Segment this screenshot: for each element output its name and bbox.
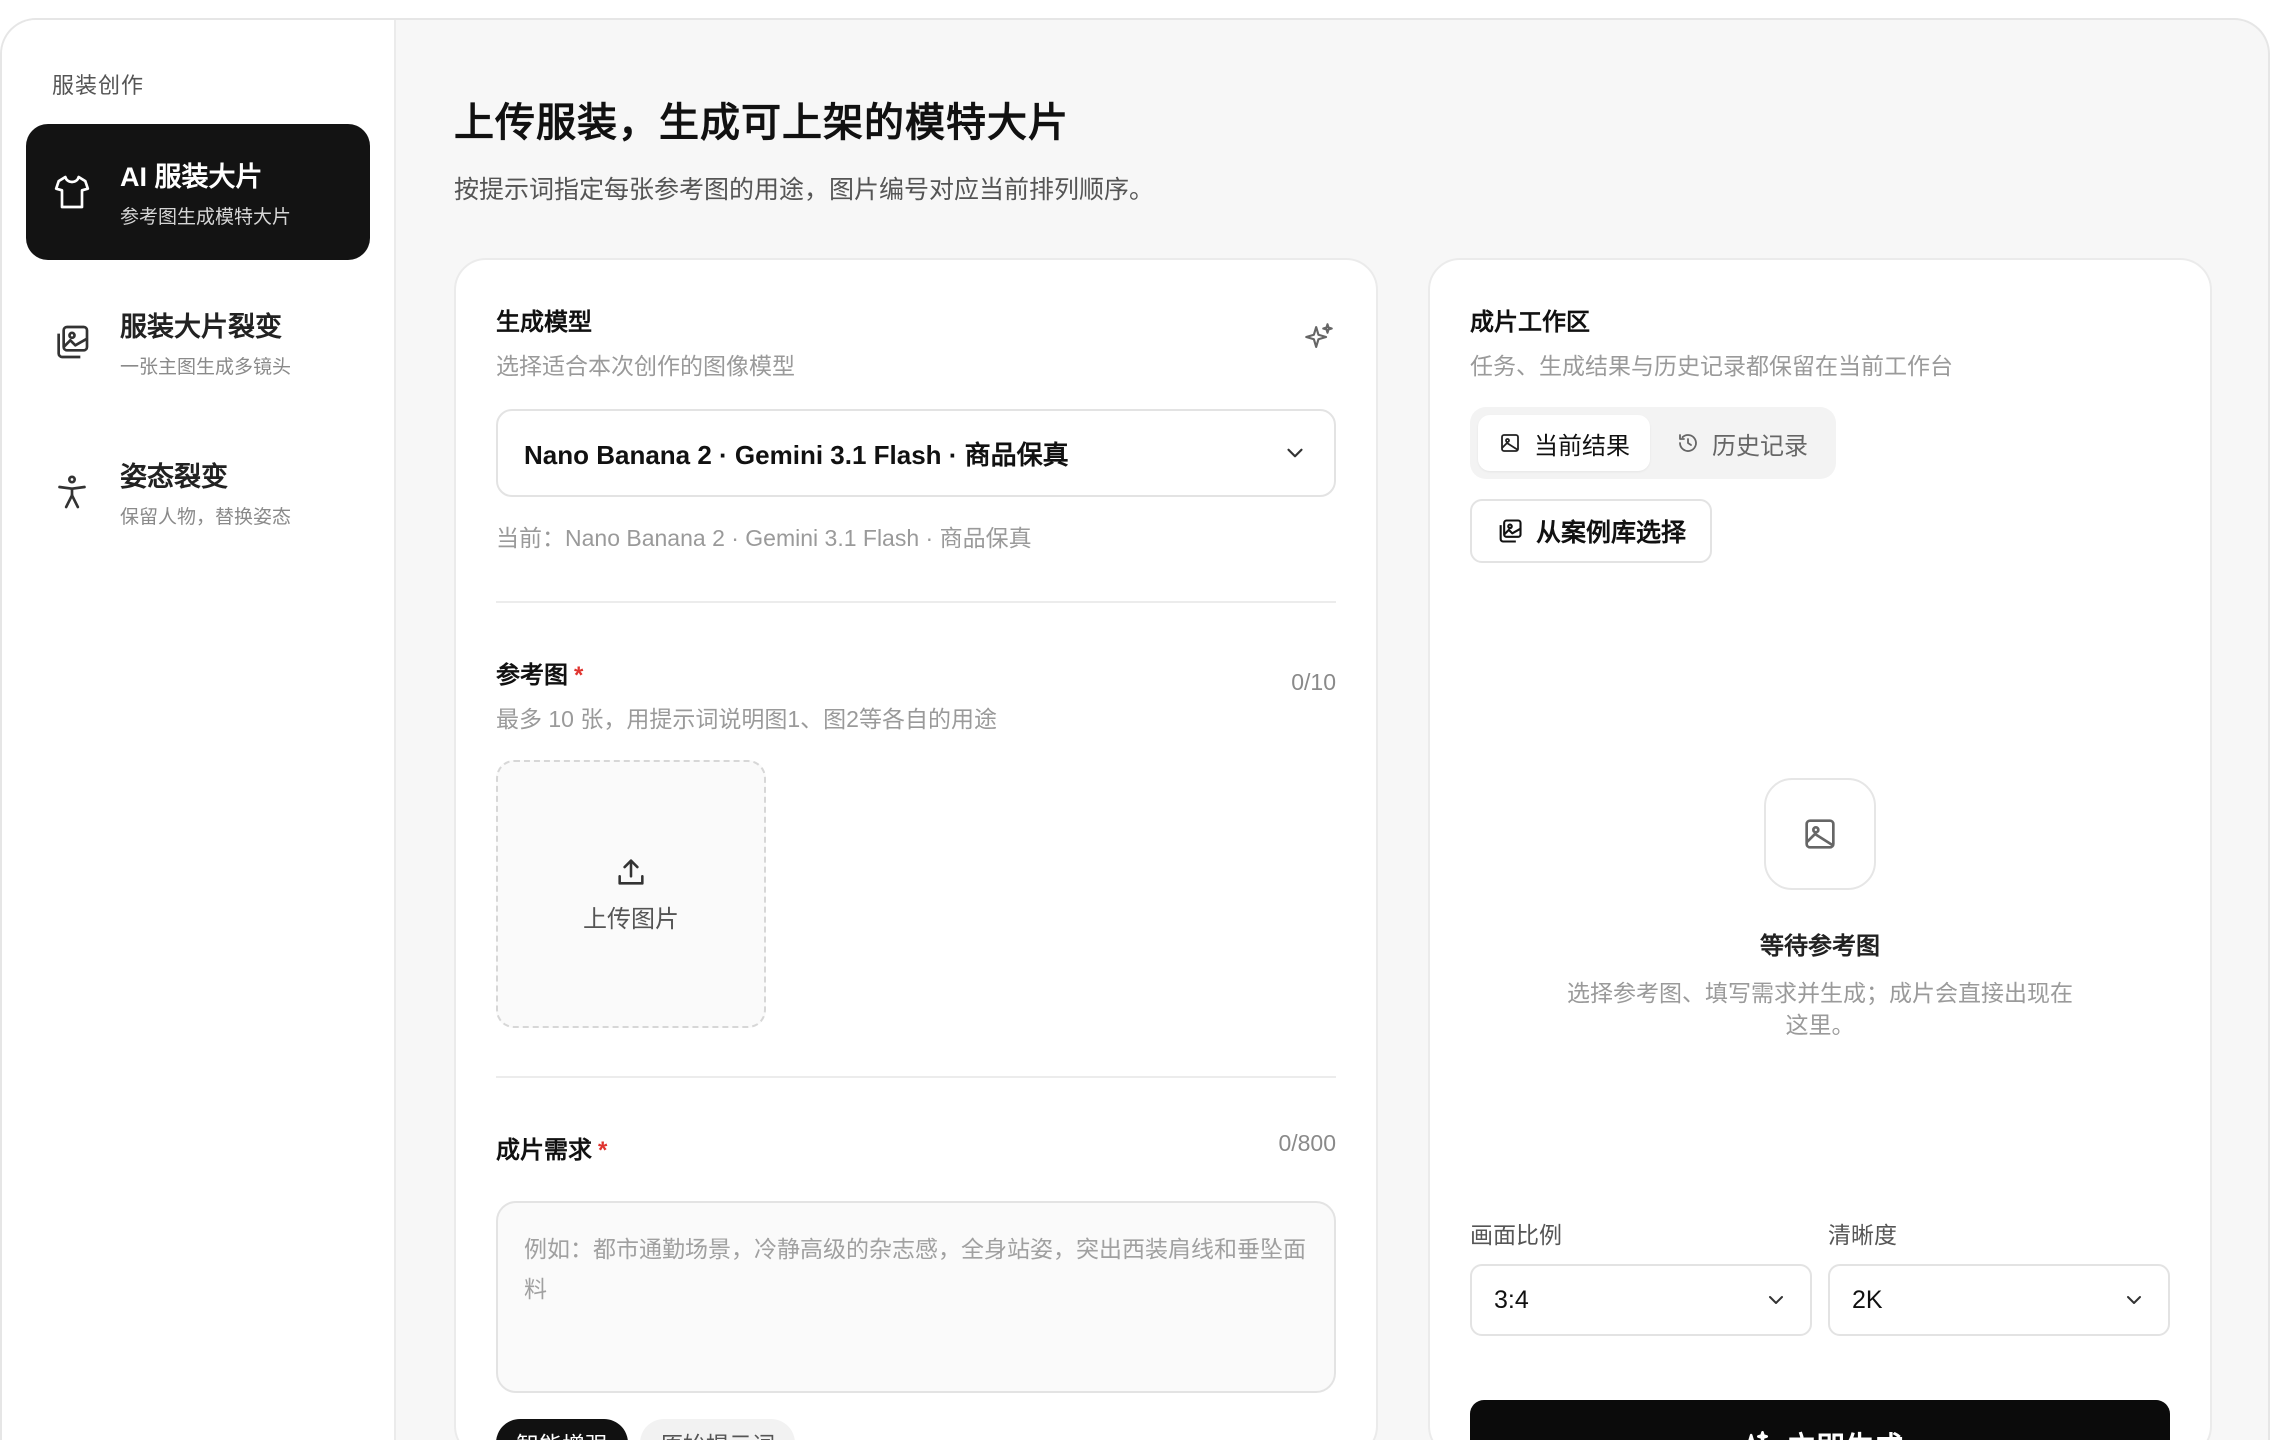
reference-section-title: 参考图 * (496, 655, 997, 690)
person-pose-icon (50, 470, 94, 514)
requirement-counter: 0/800 (1278, 1130, 1336, 1156)
history-icon (1679, 434, 1697, 452)
tshirt-icon (50, 170, 94, 214)
reference-section-desc: 最多 10 张，用提示词说明图1、图2等各自的用途 (496, 706, 997, 732)
prompt-mode-toggle: 智能增强 原始提示词 (496, 1419, 1336, 1440)
upload-label: 上传图片 (583, 905, 679, 933)
page-subtitle: 按提示词指定每张参考图的用途，图片编号对应当前排列顺序。 (454, 176, 1155, 204)
generate-button-label: 立即生成 (1787, 1424, 1903, 1440)
empty-state-title: 等待参考图 (1760, 933, 1880, 960)
chevron-down-icon (1287, 448, 1303, 458)
page-title: 上传服装，生成可上架的模特大片 (454, 101, 1069, 145)
quality-option: 清晰度 2K (1828, 1216, 2170, 1336)
images-icon (50, 320, 94, 364)
sidebar-item-fashion-fission[interactable]: 服装大片裂变 一张主图生成多镜头 (26, 274, 370, 410)
upload-icon (618, 858, 644, 885)
library-button-label: 从案例库选择 (1536, 519, 1687, 547)
divider (496, 1076, 1336, 1078)
model-select-value: Nano Banana 2 · Gemini 3.1 Flash · 商品保真 (524, 439, 1069, 470)
chevron-down-icon (1769, 1296, 1783, 1304)
generate-button[interactable]: 立即生成 (1470, 1400, 2170, 1440)
reference-title-text: 参考图 (496, 662, 568, 689)
model-current-text: 当前：Nano Banana 2 · Gemini 3.1 Flash · 商品… (496, 525, 1032, 551)
sidebar-item-title: 姿态裂变 (120, 462, 228, 492)
aspect-ratio-option: 画面比例 3:4 (1470, 1216, 1812, 1336)
sparkle-icon (1302, 320, 1336, 359)
tab-history[interactable]: 历史记录 (1656, 415, 1828, 471)
sidebar-item-ai-fashion[interactable]: AI 服装大片 参考图生成模特大片 (26, 124, 370, 260)
app-window: 服装创作 AI 服装大片 参考图生成模特大片 服装大片裂变 一张主图生成多镜头 (0, 18, 2270, 1440)
workspace-desc: 任务、生成结果与历史记录都保留在当前工作台 (1470, 353, 1953, 379)
requirement-section-header: 成片需求 * 0/800 (496, 1130, 1336, 1175)
image-icon (1501, 434, 1519, 452)
quality-label: 清晰度 (1828, 1222, 1897, 1248)
model-select[interactable]: Nano Banana 2 · Gemini 3.1 Flash · 商品保真 (496, 409, 1336, 497)
empty-state-desc: 选择参考图、填写需求并生成；成片会直接出现在这里。 (1567, 980, 2073, 1038)
sidebar-item-pose-fission[interactable]: 姿态裂变 保留人物，替换姿态 (26, 424, 370, 560)
workspace-tabs: 当前结果 历史记录 (1470, 407, 1836, 479)
panels: 生成模型 选择适合本次创作的图像模型 Nano Banana 2 · Gemin… (454, 258, 2268, 1440)
requirement-section-title: 成片需求 * (496, 1130, 607, 1165)
requirement-title-text: 成片需求 (496, 1137, 592, 1164)
aspect-ratio-select[interactable]: 3:4 (1470, 1264, 1812, 1336)
generation-options: 画面比例 3:4 清晰度 2K (1470, 1216, 2170, 1336)
reference-section-header: 参考图 * 最多 10 张，用提示词说明图1、图2等各自的用途 0/10 (496, 655, 1336, 734)
model-section-header: 生成模型 选择适合本次创作的图像模型 (496, 302, 1336, 381)
required-mark: * (574, 662, 584, 689)
sidebar-item-title: 服装大片裂变 (120, 312, 282, 342)
sidebar: 服装创作 AI 服装大片 参考图生成模特大片 服装大片裂变 一张主图生成多镜头 (2, 20, 396, 1440)
aspect-ratio-label: 画面比例 (1470, 1222, 1562, 1248)
tab-label: 当前结果 (1534, 432, 1630, 460)
upload-image-button[interactable]: 上传图片 (496, 760, 766, 1028)
workspace-title: 成片工作区 (1470, 309, 1590, 336)
main-content: 上传服装，生成可上架的模特大片 按提示词指定每张参考图的用途，图片编号对应当前排… (396, 20, 2268, 1440)
sidebar-heading: 服装创作 (52, 73, 145, 98)
model-section-desc: 选择适合本次创作的图像模型 (496, 353, 795, 379)
sidebar-item-title: AI 服装大片 (120, 162, 263, 192)
empty-state: 等待参考图 选择参考图、填写需求并生成；成片会直接出现在这里。 (1430, 778, 2210, 1041)
sidebar-item-subtitle: 保留人物，替换姿态 (120, 507, 292, 528)
tab-label: 历史记录 (1712, 432, 1808, 460)
sparkle-icon (1748, 1430, 1769, 1440)
tab-current-result[interactable]: 当前结果 (1478, 415, 1650, 471)
quality-select[interactable]: 2K (1828, 1264, 2170, 1336)
divider (496, 601, 1336, 603)
model-section-title: 生成模型 (496, 309, 592, 336)
select-from-library-button[interactable]: 从案例库选择 (1470, 499, 1713, 563)
sidebar-item-subtitle: 一张主图生成多镜头 (120, 357, 292, 378)
library-images-icon (1499, 519, 1522, 543)
image-placeholder-icon (1764, 778, 1876, 890)
chevron-down-icon (2127, 1296, 2141, 1304)
sidebar-item-subtitle: 参考图生成模特大片 (120, 207, 292, 228)
required-mark: * (598, 1137, 608, 1164)
creation-form-card: 生成模型 选择适合本次创作的图像模型 Nano Banana 2 · Gemin… (454, 258, 1378, 1440)
raw-prompt-chip[interactable]: 原始提示词 (640, 1419, 795, 1440)
aspect-ratio-value: 3:4 (1494, 1285, 1529, 1314)
quality-value: 2K (1852, 1285, 1883, 1314)
reference-counter: 0/10 (1291, 669, 1336, 695)
smart-enhance-chip[interactable]: 智能增强 (496, 1419, 628, 1440)
workspace-card: 成片工作区 任务、生成结果与历史记录都保留在当前工作台 当前结果 历史记录 从案 (1428, 258, 2212, 1440)
requirement-textarea[interactable]: 例如：都市通勤场景，冷静高级的杂志感，全身站姿，突出西装肩线和垂坠面料 (496, 1201, 1336, 1393)
